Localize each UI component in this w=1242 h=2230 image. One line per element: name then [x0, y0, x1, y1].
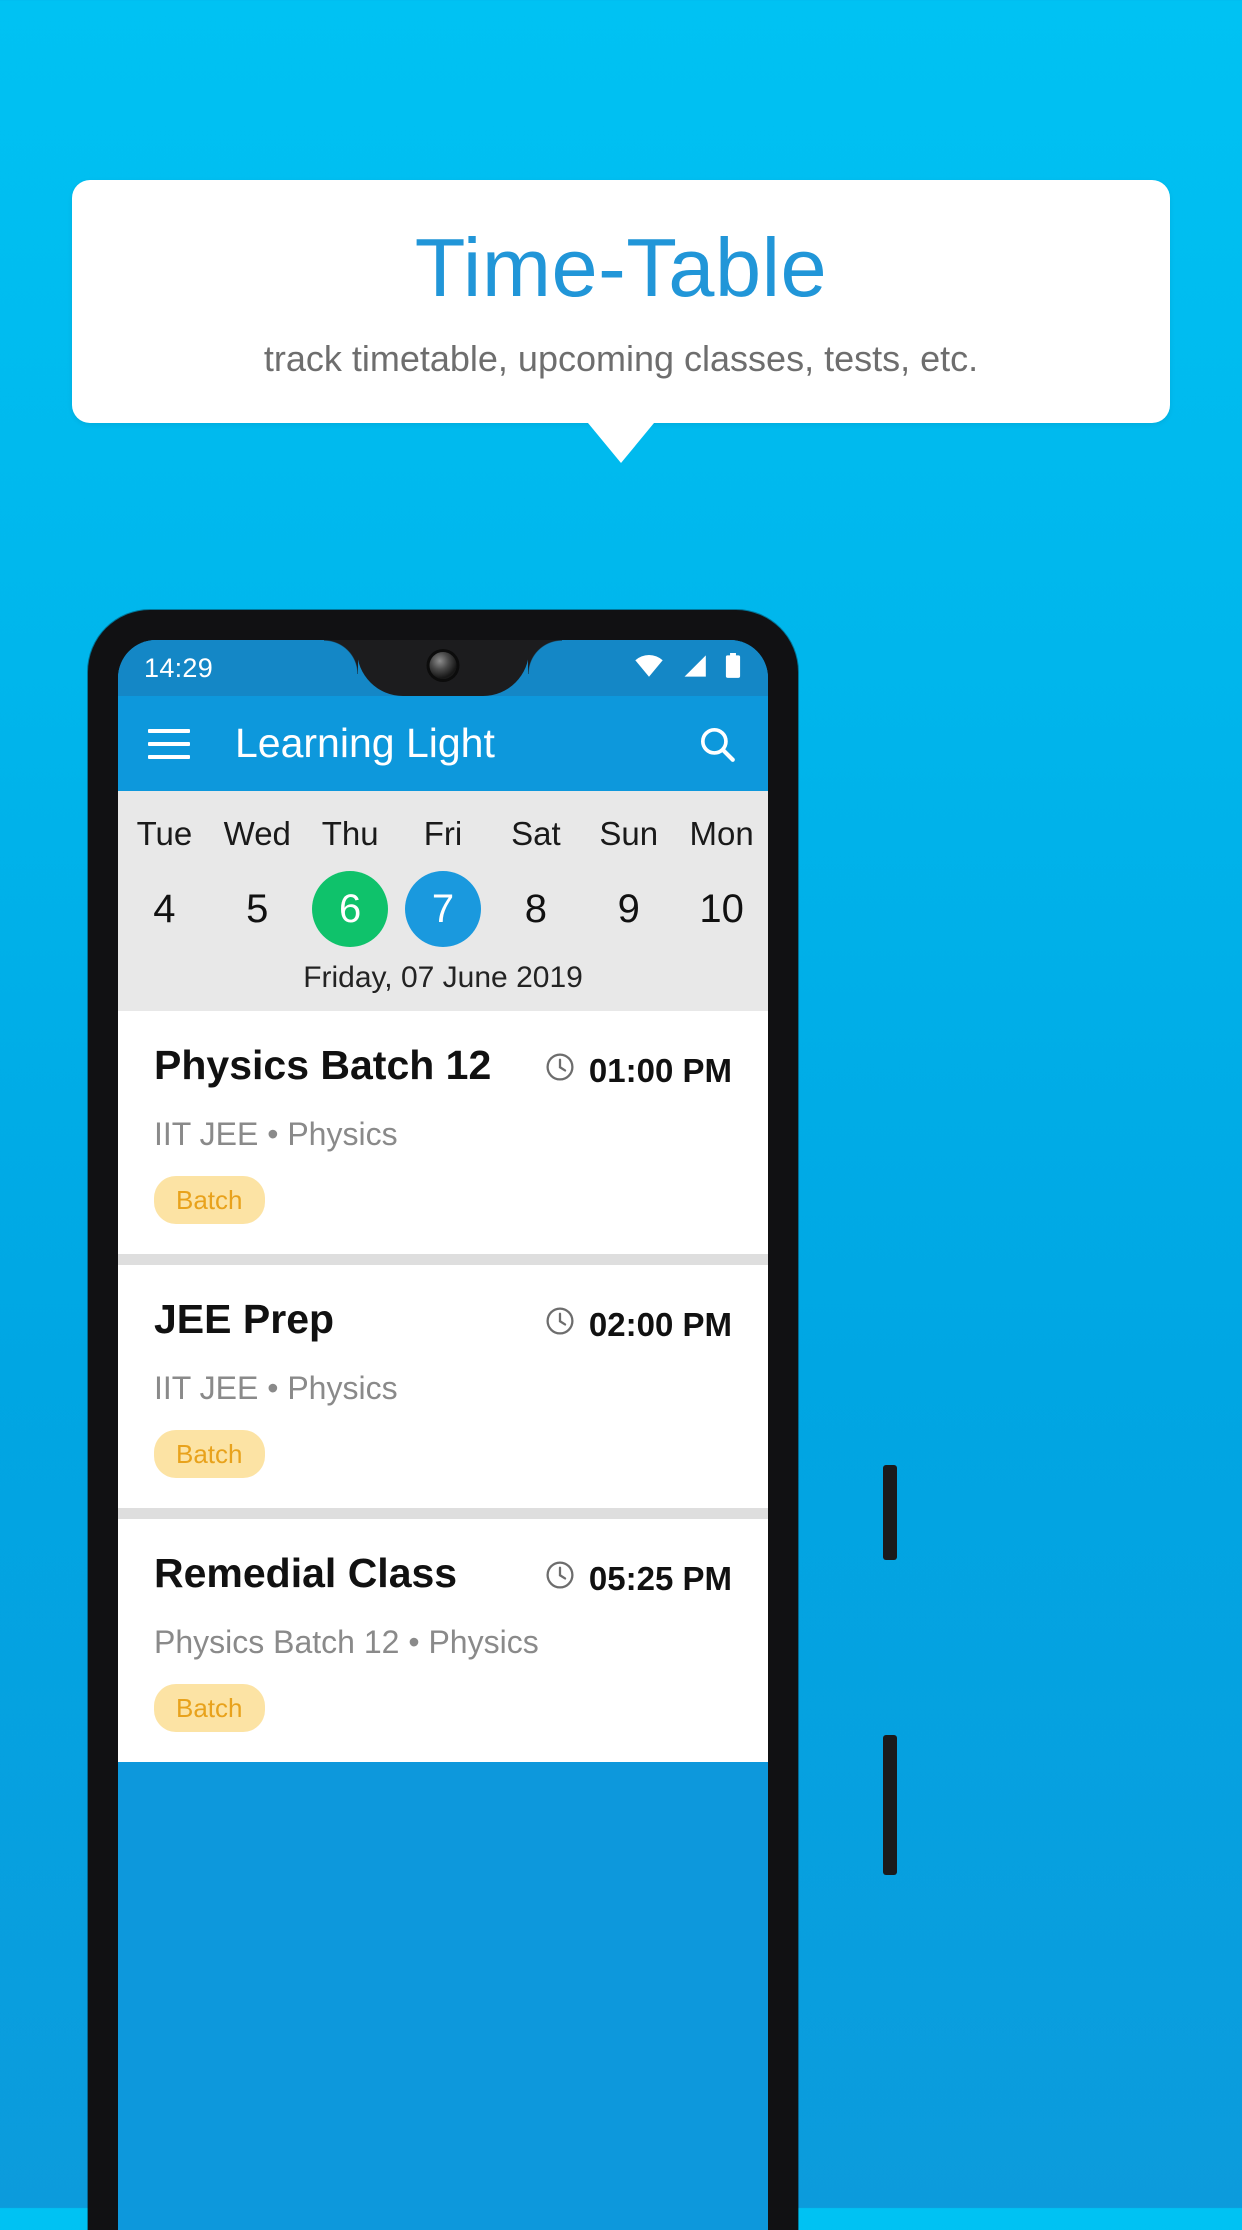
signal-icon	[681, 654, 707, 683]
date-number[interactable]: 7	[405, 871, 481, 947]
front-camera	[429, 652, 457, 679]
schedule-card[interactable]: JEE Prep 02:00 PM IIT JEE • Physics Batch	[118, 1265, 768, 1508]
date-number[interactable]: 10	[684, 871, 760, 947]
card-badge: Batch	[154, 1684, 265, 1732]
card-header: Remedial Class 05:25 PM	[154, 1553, 732, 1599]
clock-icon	[544, 1305, 576, 1345]
weekday-label: Fri	[423, 815, 463, 852]
card-time: 02:00 PM	[588, 1306, 732, 1343]
card-subtitle: IIT JEE • Physics	[154, 1370, 398, 1406]
notch-ear-left	[324, 640, 358, 674]
wifi-icon	[634, 654, 664, 683]
weekday-label: Mon	[689, 815, 754, 852]
status-clock: 14:29	[144, 652, 214, 683]
promo-subtitle: track timetable, upcoming classes, tests…	[263, 338, 979, 379]
selected-date-label: Friday, 07 June 2019	[303, 961, 583, 994]
card-time: 05:25 PM	[588, 1560, 732, 1597]
phone-screen: 14:29 Learning Light Tue Wed Thu Fri Sat…	[118, 640, 768, 2230]
card-title: Physics Batch 12	[154, 1042, 492, 1088]
card-title: JEE Prep	[154, 1296, 335, 1342]
date-number[interactable]: 6	[312, 871, 389, 947]
search-icon[interactable]	[696, 723, 738, 765]
weekday-label: Tue	[136, 815, 193, 852]
card-badge: Batch	[154, 1430, 265, 1478]
date-strip: Tue Wed Thu Fri Sat Sun Mon 4 5 6 7 8 9 10 Friday, 0…	[118, 791, 768, 1011]
weekday-label: Thu	[321, 815, 379, 852]
card-subtitle: Physics Batch 12 • Physics	[154, 1624, 539, 1660]
status-icon-group	[634, 652, 742, 684]
phone-power-button	[883, 1465, 897, 1560]
app-title: Learning Light	[235, 720, 495, 766]
date-cell[interactable]: 9	[582, 863, 675, 955]
date-cell[interactable]: 5	[211, 863, 304, 955]
date-number[interactable]: 9	[591, 871, 667, 947]
date-cell[interactable]: 10	[675, 863, 768, 955]
hamburger-menu-icon[interactable]	[148, 728, 190, 759]
battery-icon	[724, 652, 742, 684]
weekday-row: Tue Wed Thu Fri Sat Sun Mon	[118, 805, 768, 863]
schedule-card[interactable]: Remedial Class 05:25 PM Physics Batch 12 •…	[118, 1519, 768, 1762]
card-time-group: 01:00 PM	[544, 1045, 732, 1091]
date-cell[interactable]: 4	[118, 863, 211, 955]
card-time: 01:00 PM	[588, 1052, 732, 1089]
phone-mockup: 14:29 Learning Light Tue Wed Thu Fri Sat…	[88, 610, 897, 2230]
date-number-row: 4 5 6 7 8 9 10	[118, 863, 768, 955]
date-cell[interactable]: 7	[397, 863, 490, 955]
weekday-label: Sat	[511, 815, 561, 852]
card-time-group: 05:25 PM	[544, 1553, 732, 1599]
schedule-list: Physics Batch 12 01:00 PM IIT JEE • Physic…	[118, 1011, 768, 1762]
notch-ear-right	[528, 640, 562, 674]
card-header: Physics Batch 12 01:00 PM	[154, 1045, 732, 1091]
card-subtitle: IIT JEE • Physics	[154, 1116, 398, 1152]
date-cell[interactable]: 8	[489, 863, 582, 955]
date-number[interactable]: 8	[498, 871, 574, 947]
card-title: Remedial Class	[154, 1550, 458, 1596]
phone-side-button	[883, 1735, 897, 1875]
card-badge: Batch	[154, 1176, 265, 1224]
date-cell[interactable]: 6	[304, 863, 397, 955]
date-number[interactable]: 5	[219, 871, 295, 947]
card-time-group: 02:00 PM	[544, 1299, 732, 1345]
promo-bubble: Time-Table track timetable, upcoming cla…	[72, 180, 1170, 423]
card-header: JEE Prep 02:00 PM	[154, 1299, 732, 1345]
app-bar: Learning Light	[118, 696, 768, 791]
status-bar: 14:29	[118, 640, 768, 696]
clock-icon	[544, 1051, 576, 1091]
date-number[interactable]: 4	[126, 871, 202, 947]
promo-bubble-pointer	[588, 423, 654, 463]
schedule-card[interactable]: Physics Batch 12 01:00 PM IIT JEE • Physic…	[118, 1011, 768, 1254]
weekday-label: Sun	[599, 815, 659, 852]
clock-icon	[544, 1559, 576, 1599]
weekday-label: Wed	[223, 815, 291, 852]
promo-title: Time-Table	[414, 221, 828, 314]
